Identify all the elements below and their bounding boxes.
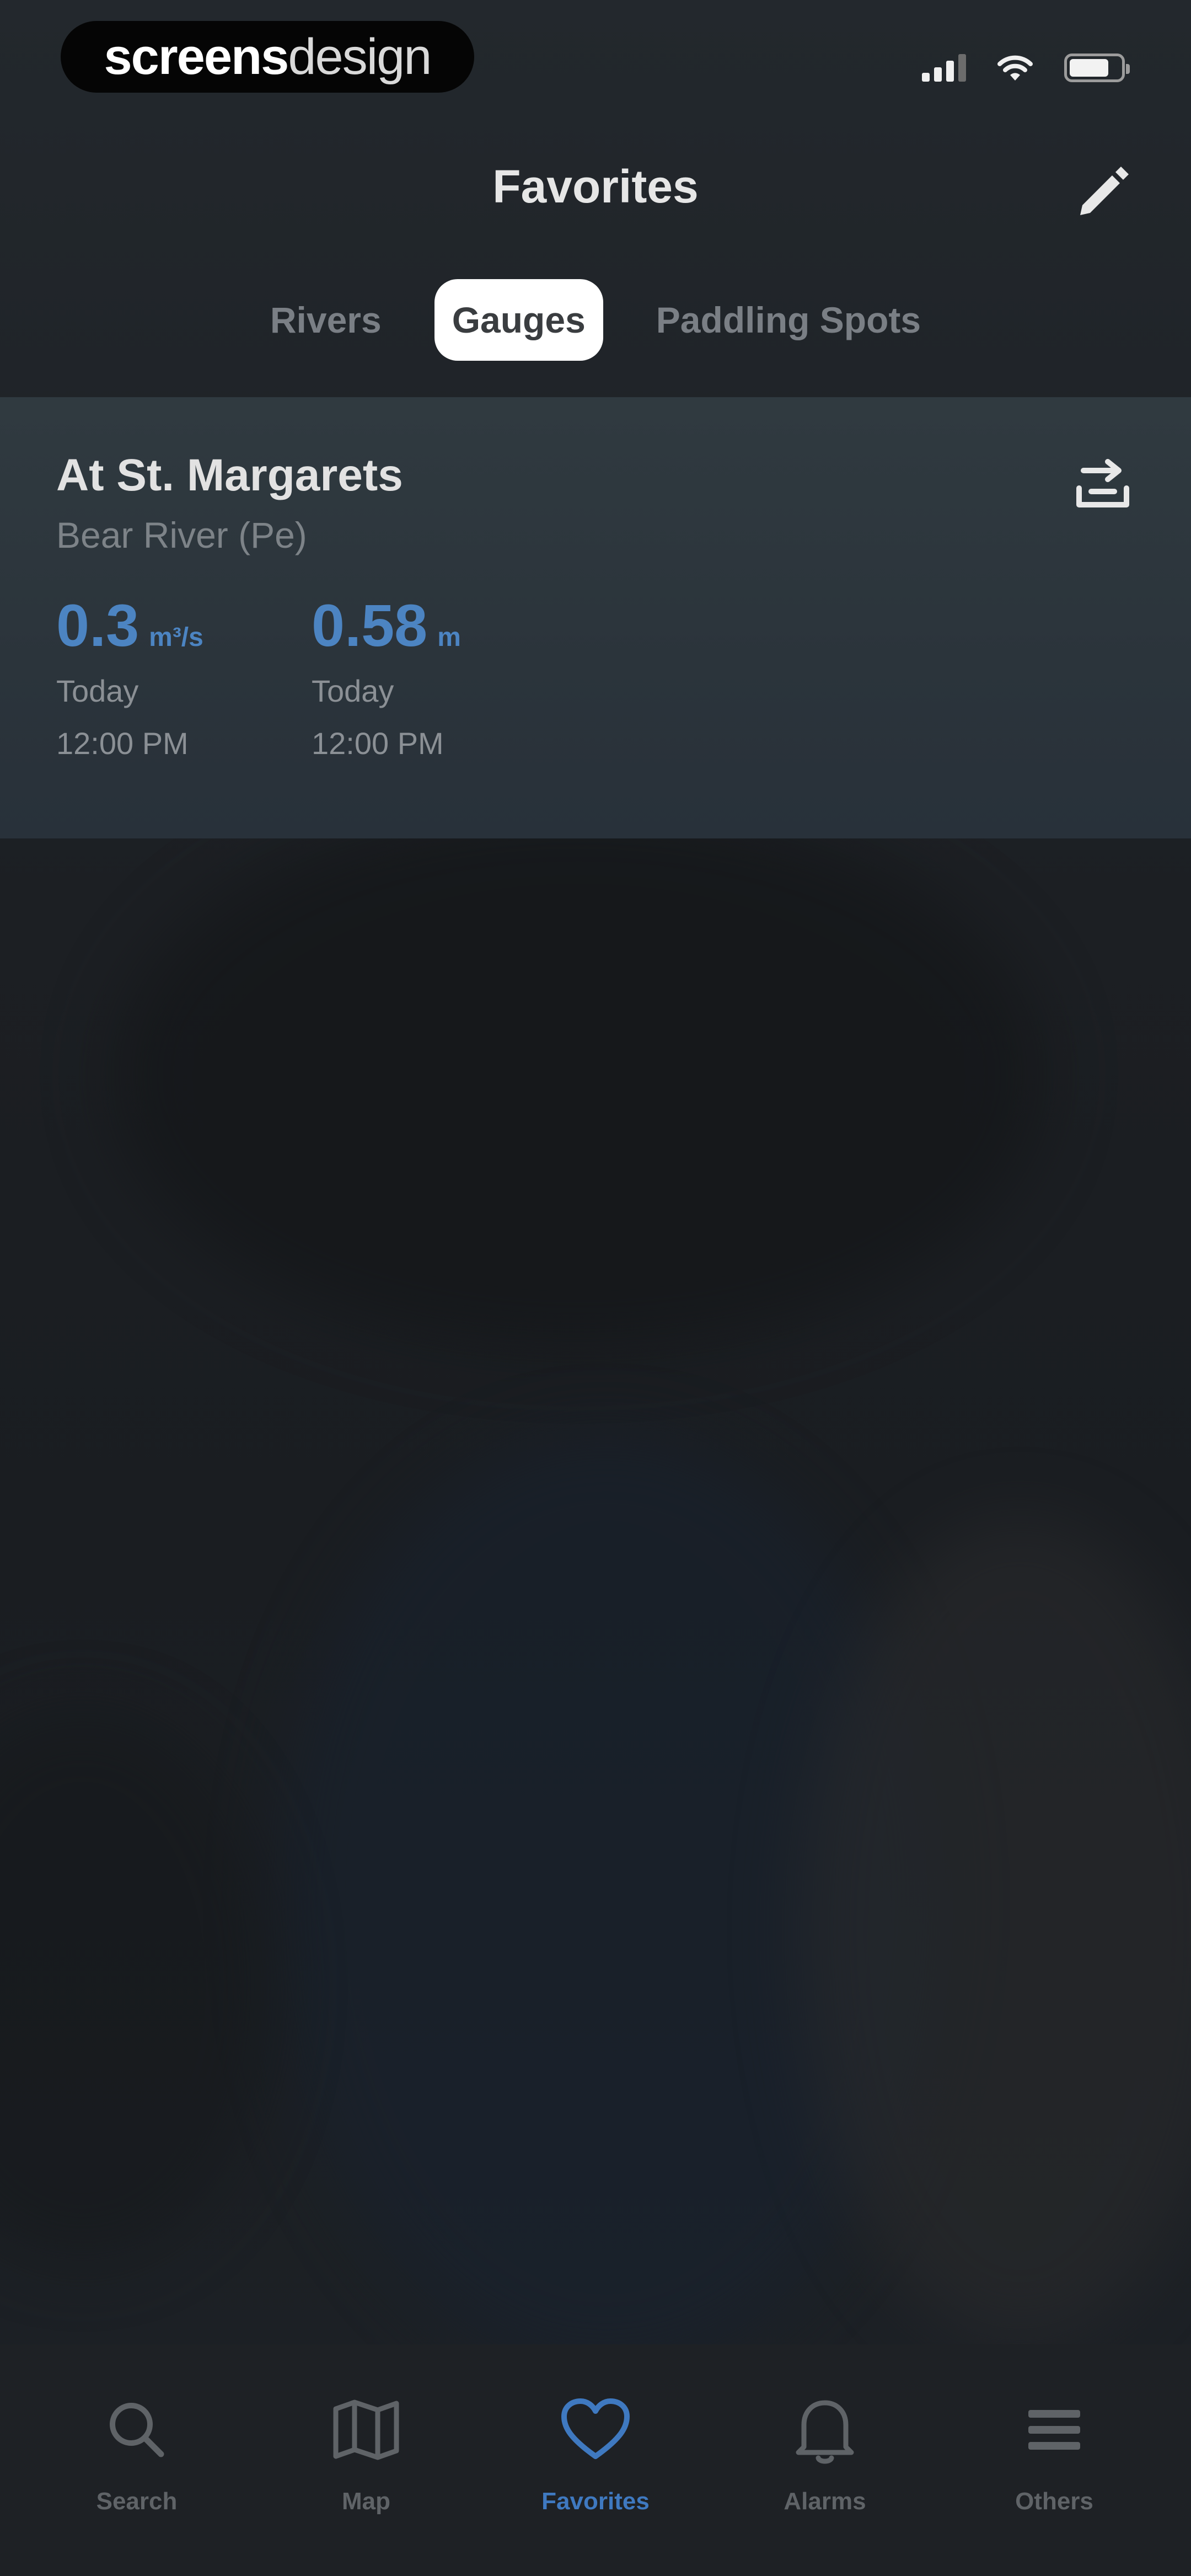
tab-bar-label: Alarms [784, 2488, 866, 2515]
compare-button[interactable] [1070, 447, 1136, 519]
battery-icon [1064, 54, 1130, 82]
tab-rivers[interactable]: Rivers [250, 284, 401, 356]
tab-bar-label: Others [1015, 2488, 1093, 2515]
tab-bar-alarms[interactable]: Alarms [742, 2344, 908, 2576]
search-icon [101, 2394, 173, 2466]
status-bar: screens design [0, 0, 1191, 121]
tab-bar-label: Map [342, 2488, 390, 2515]
level-unit: m [437, 623, 461, 652]
pencil-icon [1080, 167, 1129, 215]
brand-logo-light: design [288, 28, 432, 85]
edit-button[interactable] [1067, 154, 1139, 226]
gauge-title: At St. Margarets [56, 450, 403, 500]
heart-icon [560, 2394, 631, 2466]
favorites-segmented-control: Rivers Gauges Paddling Spots [0, 270, 1191, 370]
page-title: Favorites [492, 161, 699, 212]
gauge-card[interactable]: At St. Margarets Bear River (Pe) 0.3 m³/s… [0, 397, 1191, 838]
tab-bar-label: Search [96, 2488, 178, 2515]
list-icon [1018, 2394, 1090, 2466]
transfer-icon [1076, 459, 1129, 507]
gauge-river-name: Bear River (Pe) [56, 515, 307, 555]
level-time: 12:00 PM [312, 726, 444, 761]
map-icon [330, 2394, 402, 2466]
tab-bar-map[interactable]: Map [283, 2344, 449, 2576]
cellular-signal-icon [922, 54, 966, 82]
flow-unit: m³/s [149, 623, 203, 652]
wifi-icon [997, 55, 1033, 81]
level-value: 0.58 [312, 592, 428, 659]
bell-icon [789, 2394, 861, 2466]
brand-logo-bold: screens [104, 28, 289, 85]
app-screen: screens design Favorites Rivers Gauges Pa… [0, 0, 1191, 2576]
background-shape [0, 1710, 276, 2262]
background-shape [110, 800, 1048, 1351]
flow-day: Today [56, 674, 139, 708]
flow-value: 0.3 [56, 592, 140, 659]
bottom-tab-bar: Search Map Favorites Alarms Others [0, 2344, 1191, 2576]
tab-gauges[interactable]: Gauges [434, 279, 603, 361]
tab-bar-others[interactable]: Others [972, 2344, 1137, 2576]
tab-bar-label: Favorites [541, 2488, 650, 2515]
tab-bar-favorites[interactable]: Favorites [513, 2344, 678, 2576]
tab-paddling-spots[interactable]: Paddling Spots [636, 284, 941, 356]
status-icons [922, 49, 1130, 87]
tab-bar-search[interactable]: Search [54, 2344, 219, 2576]
level-reading: 0.58 m Today 12:00 PM [312, 596, 461, 761]
brand-logo: screens design [61, 21, 474, 93]
nav-header: Favorites [0, 138, 1191, 248]
flow-reading: 0.3 m³/s Today 12:00 PM [56, 596, 203, 761]
level-day: Today [312, 674, 394, 708]
flow-time: 12:00 PM [56, 726, 189, 761]
